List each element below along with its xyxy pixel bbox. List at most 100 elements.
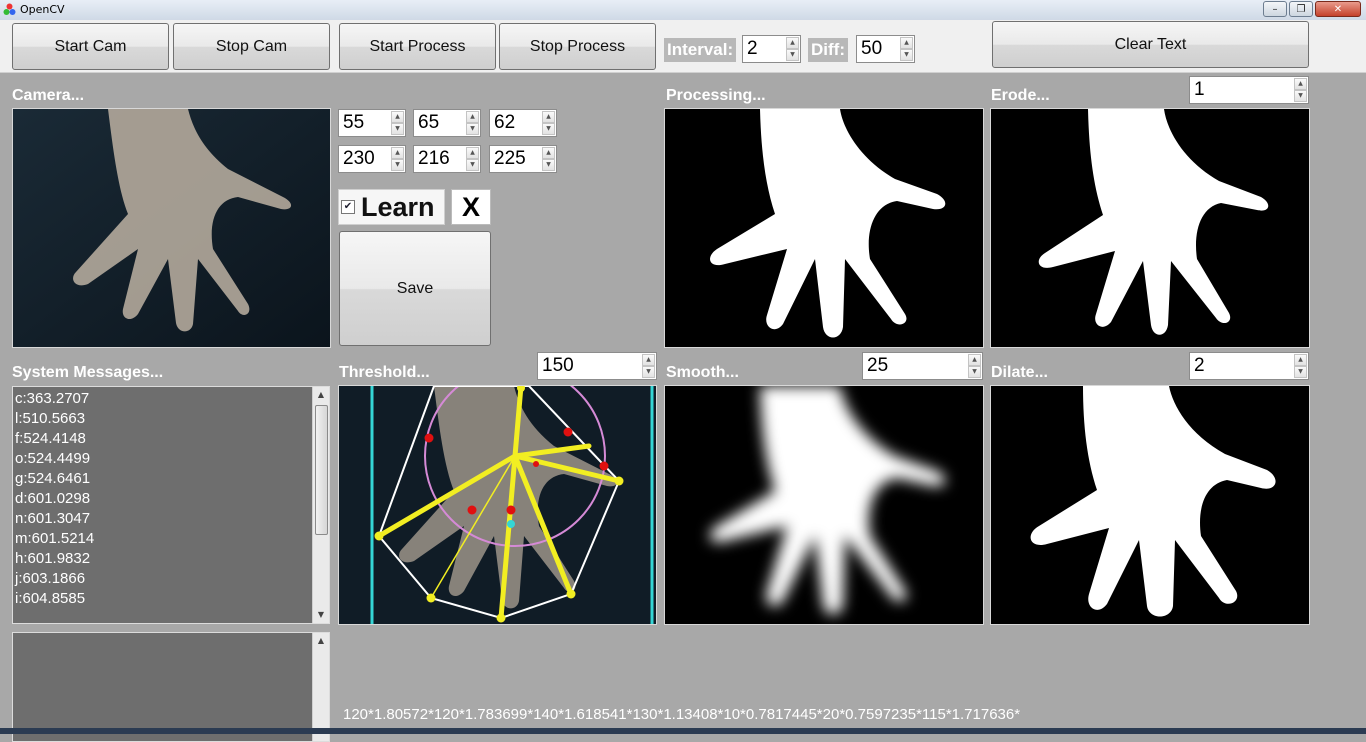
minimize-icon: – xyxy=(1272,4,1278,15)
arrow-up-icon[interactable]: ▲ xyxy=(391,111,404,123)
dilate-hand-mask xyxy=(1030,386,1276,617)
arrow-down-icon[interactable]: ▼ xyxy=(466,159,479,171)
start-cam-button[interactable]: Start Cam xyxy=(12,23,169,70)
window-title: OpenCV xyxy=(20,3,65,16)
smooth-view xyxy=(664,385,984,625)
taskbar xyxy=(0,728,1366,734)
learn-label: Learn xyxy=(361,192,435,222)
list-item[interactable]: i:604.8585 xyxy=(15,589,94,609)
arrow-up-icon[interactable]: ▲ xyxy=(466,111,479,123)
arrow-down-icon[interactable]: ▼ xyxy=(542,123,555,135)
arrow-down-icon[interactable]: ▼ xyxy=(391,159,404,171)
close-button[interactable]: ✕ xyxy=(1315,1,1361,17)
check-icon: ✔ xyxy=(341,200,355,214)
list-item[interactable]: j:603.1866 xyxy=(15,569,94,589)
center-point xyxy=(507,520,515,528)
erode-hand-mask xyxy=(1038,109,1269,335)
clear-text-button[interactable]: Clear Text xyxy=(992,21,1309,68)
arrow-down-icon[interactable]: ▼ xyxy=(1294,90,1307,102)
diff-stepper[interactable]: 50 ▲ ▼ xyxy=(856,35,915,63)
stop-cam-button[interactable]: Stop Cam xyxy=(173,23,330,70)
threshold-view xyxy=(338,385,657,625)
erode-stepper[interactable]: 1 ▲ ▼ xyxy=(1189,76,1309,104)
opencv-app-icon xyxy=(3,3,16,15)
smooth-stepper[interactable]: 25 ▲ ▼ xyxy=(862,352,983,380)
maximize-icon: ❐ xyxy=(1296,4,1306,15)
camera-hand-image xyxy=(13,109,330,347)
interval-stepper[interactable]: 2 ▲ ▼ xyxy=(742,35,801,63)
arrow-up-icon[interactable]: ▲ xyxy=(968,354,981,366)
arrow-down-icon[interactable]: ▼ xyxy=(466,123,479,135)
arrow-down-icon[interactable]: ▼ xyxy=(391,123,404,135)
diff-value: 50 xyxy=(861,38,883,59)
high-threshold-3[interactable]: 225 ▲ ▼ xyxy=(489,145,557,173)
list-item[interactable]: d:601.0298 xyxy=(15,489,94,509)
start-process-button[interactable]: Start Process xyxy=(339,23,496,70)
arrow-down-icon[interactable]: ▼ xyxy=(642,366,655,378)
arrow-up-icon[interactable]: ▲ xyxy=(900,37,913,49)
toolbar: Start Cam Stop Cam Start Process Stop Pr… xyxy=(0,20,1366,73)
minimize-button[interactable]: – xyxy=(1263,1,1287,17)
dilate-view xyxy=(990,385,1310,625)
high-threshold-2[interactable]: 216 ▲ ▼ xyxy=(413,145,481,173)
threshold-stepper[interactable]: 150 ▲ ▼ xyxy=(537,352,657,380)
erode-label: Erode... xyxy=(991,87,1050,104)
low-threshold-3[interactable]: 62 ▲ ▼ xyxy=(489,109,557,137)
dilate-stepper[interactable]: 2 ▲ ▼ xyxy=(1189,352,1309,380)
list-item[interactable]: g:524.6461 xyxy=(15,469,94,489)
list-item[interactable]: l:510.5663 xyxy=(15,409,94,429)
arrow-up-icon[interactable]: ▲ xyxy=(466,147,479,159)
output-textbox[interactable]: ▲ xyxy=(12,632,330,742)
arrow-up-icon[interactable]: ▲ xyxy=(1294,78,1307,90)
erode-view xyxy=(990,108,1310,348)
arrow-up-icon[interactable]: ▲ xyxy=(786,37,799,49)
arrow-down-icon[interactable]: ▼ xyxy=(1294,366,1307,378)
smooth-label: Smooth... xyxy=(666,364,739,381)
arrow-up-icon[interactable]: ▲ xyxy=(1294,354,1307,366)
high-threshold-1[interactable]: 230 ▲ ▼ xyxy=(338,145,406,173)
system-messages-label: System Messages... xyxy=(12,364,164,381)
list-item[interactable]: m:601.5214 xyxy=(15,529,94,549)
low-threshold-2[interactable]: 65 ▲ ▼ xyxy=(413,109,481,137)
output-text: 120*1.80572*120*1.783699*140*1.618541*13… xyxy=(343,706,1021,723)
title-bar: OpenCV – ❐ ✕ xyxy=(0,0,1366,21)
close-icon: ✕ xyxy=(1333,4,1343,15)
learn-checkbox[interactable]: ✔ Learn xyxy=(338,189,445,225)
arrow-up-icon[interactable]: ▲ xyxy=(391,147,404,159)
arrow-down-icon[interactable]: ▼ xyxy=(542,159,555,171)
interval-value: 2 xyxy=(747,38,758,59)
system-messages-list[interactable]: c:363.2707 l:510.5663 f:524.4148 o:524.4499… xyxy=(12,386,330,624)
x-field[interactable]: X xyxy=(451,189,491,225)
list-item[interactable]: c:363.2707 xyxy=(15,389,94,409)
arrow-up-icon[interactable]: ▲ xyxy=(313,633,329,649)
arrow-up-icon[interactable]: ▲ xyxy=(313,387,329,403)
list-item[interactable]: n:601.3047 xyxy=(15,509,94,529)
interval-label: Interval: xyxy=(664,38,737,62)
threshold-label: Threshold... xyxy=(339,364,430,381)
arrow-up-icon[interactable]: ▲ xyxy=(542,111,555,123)
textbox-scrollbar[interactable]: ▲ xyxy=(312,633,329,741)
arrow-up-icon[interactable]: ▲ xyxy=(542,147,555,159)
arrow-up-icon[interactable]: ▲ xyxy=(642,354,655,366)
arrow-down-icon[interactable]: ▼ xyxy=(900,49,913,61)
smooth-hand-blur xyxy=(710,386,946,615)
camera-view xyxy=(12,108,331,348)
list-item[interactable]: f:524.4148 xyxy=(15,429,94,449)
camera-label: Camera... xyxy=(12,87,85,104)
processing-label: Processing... xyxy=(666,87,766,104)
arrow-down-icon[interactable]: ▼ xyxy=(786,49,799,61)
arrow-down-icon[interactable]: ▼ xyxy=(968,366,981,378)
processing-hand-mask xyxy=(710,109,946,338)
diff-label: Diff: xyxy=(808,38,848,62)
scroll-thumb[interactable] xyxy=(315,405,328,535)
list-item[interactable]: h:601.9832 xyxy=(15,549,94,569)
maximize-button[interactable]: ❐ xyxy=(1289,1,1313,17)
save-button[interactable]: Save xyxy=(339,231,491,346)
messages-scrollbar[interactable]: ▲ ▼ xyxy=(312,387,329,623)
processing-view xyxy=(664,108,984,348)
stop-process-button[interactable]: Stop Process xyxy=(499,23,656,70)
arrow-down-icon[interactable]: ▼ xyxy=(313,607,329,623)
list-item[interactable]: o:524.4499 xyxy=(15,449,94,469)
low-threshold-1[interactable]: 55 ▲ ▼ xyxy=(338,109,406,137)
dilate-label: Dilate... xyxy=(991,364,1048,381)
